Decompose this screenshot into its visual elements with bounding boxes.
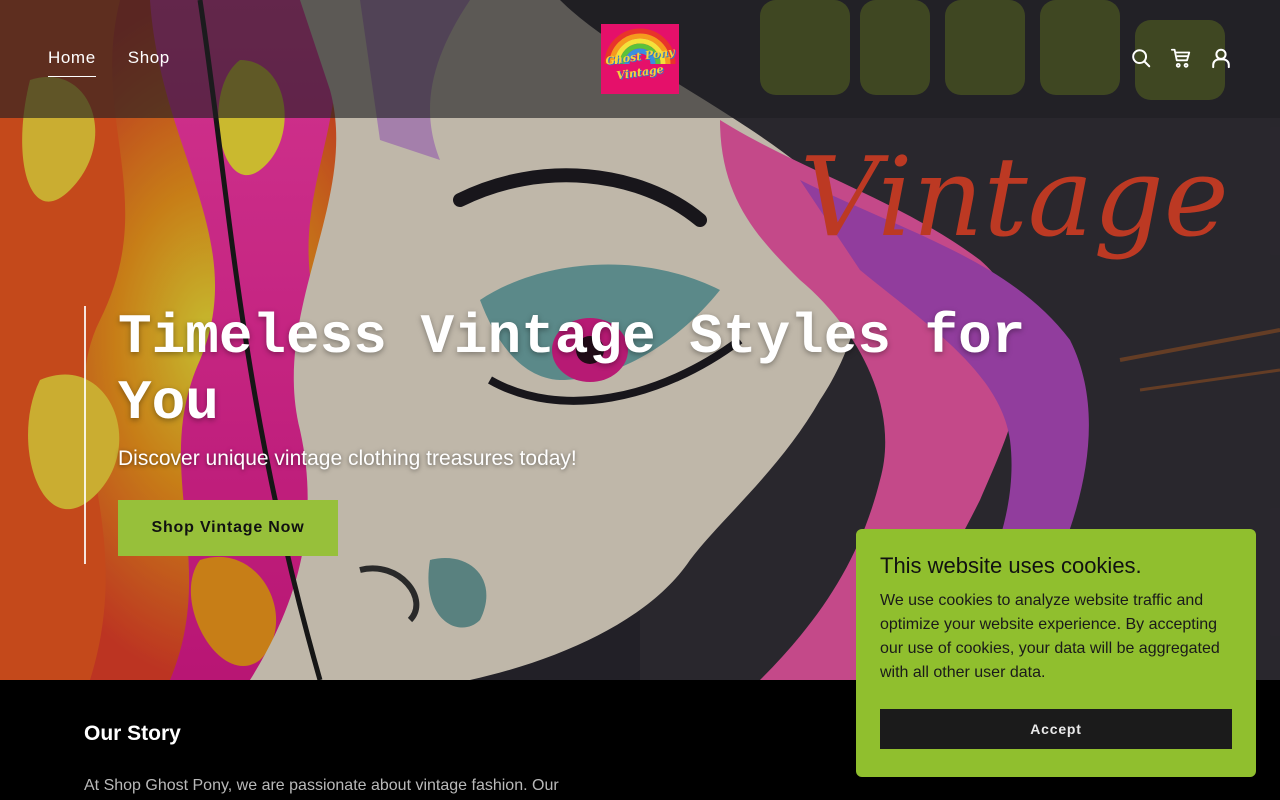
- cookie-banner: This website uses cookies. We use cookie…: [856, 529, 1256, 777]
- search-icon[interactable]: [1130, 46, 1152, 70]
- cart-icon[interactable]: [1170, 46, 1192, 70]
- site-header: Home Shop Ghost Pony Vintage: [0, 0, 1280, 118]
- main-nav: Home Shop: [48, 48, 170, 77]
- cookie-banner-text: We use cookies to analyze website traffi…: [880, 592, 1220, 681]
- cookie-banner-title: This website uses cookies.: [880, 553, 1142, 578]
- story-text: At Shop Ghost Pony, we are passionate ab…: [84, 777, 559, 794]
- hero-title: Timeless Vintage Styles for You: [118, 305, 1026, 435]
- account-icon[interactable]: [1210, 46, 1232, 70]
- header-icons: [1130, 46, 1232, 70]
- site-logo[interactable]: Ghost Pony Vintage: [601, 24, 679, 94]
- hero-accent-bar: [84, 306, 86, 564]
- shop-vintage-now-button[interactable]: Shop Vintage Now: [118, 500, 338, 556]
- accept-cookies-button[interactable]: Accept: [880, 709, 1232, 749]
- story-title: Our Story: [84, 722, 181, 745]
- hero-subtitle: Discover unique vintage clothing treasur…: [118, 447, 577, 470]
- nav-shop-link[interactable]: Shop: [128, 48, 170, 77]
- nav-home-link[interactable]: Home: [48, 48, 96, 77]
